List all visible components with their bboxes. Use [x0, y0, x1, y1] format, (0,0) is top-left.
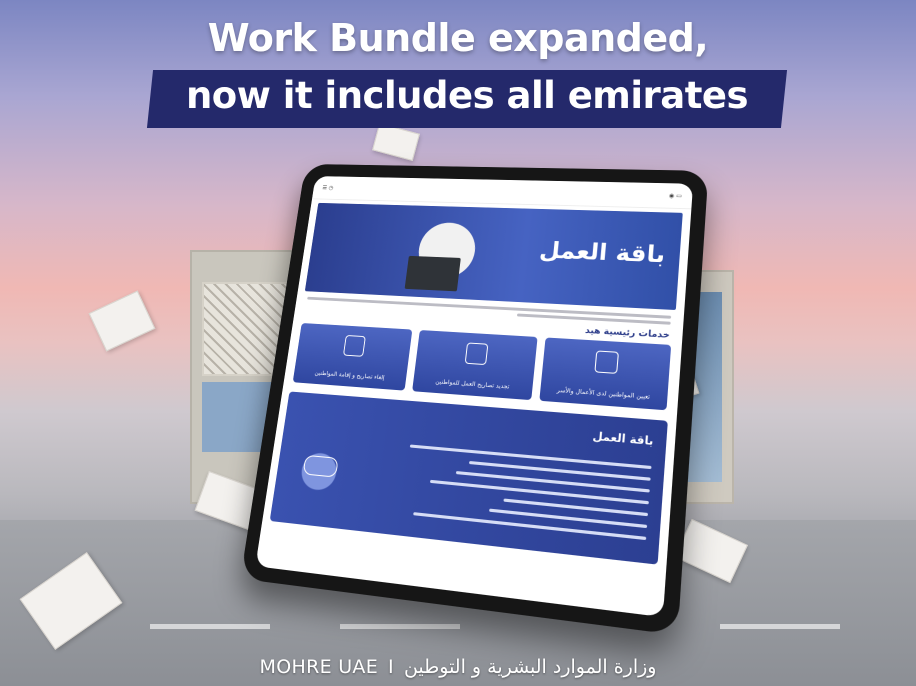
document-icon: [343, 335, 366, 357]
service-card[interactable]: إلغاء تصاريح و إقامة المواطنين: [293, 323, 413, 391]
menu-icon: ☰ ◷: [322, 184, 334, 190]
work-bundle-panel: باقة العمل: [270, 391, 668, 564]
laptop-illustration: [405, 256, 461, 292]
flying-paper: [89, 291, 156, 352]
bundle-feature-list: [388, 436, 652, 549]
brand-name: MOHRE UAE: [260, 656, 379, 678]
lane-marking: [340, 624, 460, 629]
toggle-illustration: [303, 455, 339, 478]
service-card[interactable]: تعيين المواطنين لدى الأعمال والأسر: [539, 337, 671, 410]
tablet: ☰ ◷ ◉ ▭ باقة العمل خدمات رئيسية هيد إلغا…: [240, 164, 708, 635]
footer-brand: MOHRE UAE I وزارة الموارد البشرية و التوطي…: [0, 656, 916, 678]
headline-line1: Work Bundle expanded,: [0, 16, 916, 60]
tablet-screen: ☰ ◷ ◉ ▭ باقة العمل خدمات رئيسية هيد إلغا…: [255, 176, 693, 617]
lane-marking: [720, 624, 840, 629]
hero-title: باقة العمل: [538, 237, 666, 268]
edit-document-icon: [465, 342, 489, 365]
hero-banner: باقة العمل: [305, 203, 683, 310]
logo-icon: ◉ ▭: [669, 192, 683, 199]
lane-marking: [150, 624, 270, 629]
service-card[interactable]: تجديد تصاريح العمل للمواطنين: [412, 330, 538, 400]
bundle-title: باقة العمل: [592, 429, 654, 448]
promo-scene: Work Bundle expanded, now it includes al…: [0, 0, 916, 686]
separator: I: [388, 656, 394, 678]
ministry-name: وزارة الموارد البشرية و التوطين: [404, 656, 657, 678]
people-icon: [594, 350, 619, 373]
flying-paper: [372, 123, 420, 161]
headline-line2: now it includes all emirates: [150, 74, 784, 117]
